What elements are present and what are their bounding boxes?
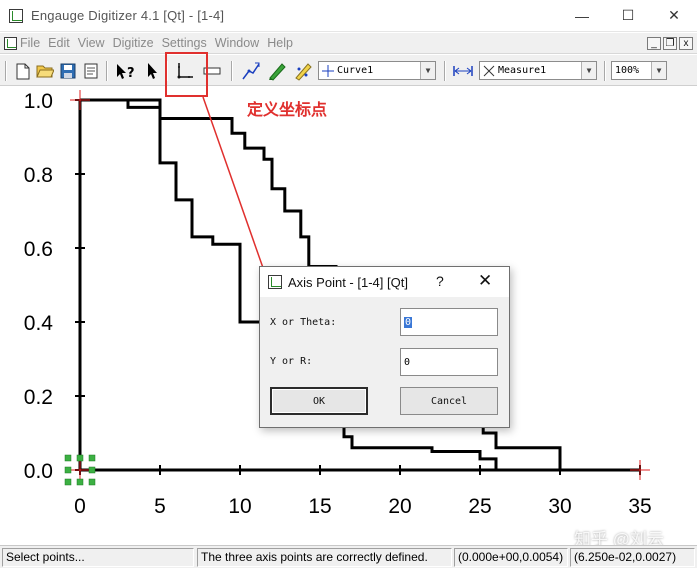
cancel-button[interactable]: Cancel	[400, 387, 498, 415]
y-tick-label: 0.8	[24, 164, 53, 187]
dialog-close-button[interactable]: ✕	[478, 271, 492, 291]
chevron-down-icon[interactable]: ▼	[651, 62, 666, 79]
measure-select-value: Measure1	[498, 65, 547, 76]
selection-handle	[76, 454, 84, 462]
curve-cross-icon	[322, 64, 334, 77]
x-tick-label: 25	[468, 495, 491, 518]
toolbar-separator	[231, 61, 233, 81]
svg-text:?: ?	[127, 66, 135, 80]
chevron-down-icon[interactable]: ▼	[581, 62, 596, 79]
close-button[interactable]: ✕	[651, 0, 697, 32]
mdi-controls: _ ❐ x	[647, 36, 693, 50]
x-theta-label: X or Theta:	[270, 317, 337, 328]
status-screen-coords: (6.250e-02,0.0027)	[570, 548, 695, 567]
menu-view[interactable]: View	[78, 36, 105, 50]
x-theta-value: 0	[404, 316, 413, 328]
zoom-select[interactable]: 100% ▼	[611, 61, 667, 80]
point-match-icon[interactable]	[292, 60, 314, 82]
segment-fill-icon[interactable]	[266, 60, 288, 82]
y-tick-label: 0.4	[24, 312, 54, 335]
selection-handle	[64, 454, 72, 462]
mdi-restore-button[interactable]: ❐	[663, 36, 677, 50]
axis-point-dialog: Axis Point - [1-4] [Qt] ? ✕ X or Theta: …	[259, 266, 510, 428]
chevron-down-icon[interactable]: ▼	[420, 62, 435, 79]
x-tick-label: 30	[548, 495, 571, 518]
app-logo-icon	[268, 275, 282, 289]
curve-select[interactable]: Curve1 ▼	[318, 61, 436, 80]
y-tick-label: 0.6	[24, 238, 53, 261]
dialog-titlebar: Axis Point - [1-4] [Qt]	[260, 267, 509, 297]
y-tick-label: 0.0	[24, 460, 53, 483]
selection-handle	[88, 454, 96, 462]
toolbar-grip	[5, 61, 7, 81]
annotation-highlight-box	[165, 52, 208, 97]
zoom-select-value: 100%	[615, 65, 640, 76]
select-arrow-icon[interactable]	[142, 60, 162, 82]
x-tick-label: 20	[388, 495, 411, 518]
curve-point-icon[interactable]	[240, 60, 262, 82]
mdi-minimize-button[interactable]: _	[647, 36, 661, 50]
dialog-title: Axis Point - [1-4] [Qt]	[288, 274, 408, 290]
mdi-close-button[interactable]: x	[679, 36, 693, 50]
save-disk-icon[interactable]	[58, 60, 78, 82]
x-theta-input[interactable]: 0	[400, 308, 498, 336]
selection-handle	[88, 478, 96, 486]
toolbar: ? Curve1 ▼ Measure1 ▼ 100% ▼	[0, 55, 697, 86]
open-folder-icon[interactable]	[35, 60, 55, 82]
status-graph-coords: (0.000e+00,0.0054)	[454, 548, 568, 567]
minimize-button[interactable]: —	[559, 0, 605, 32]
selection-handle	[64, 466, 72, 474]
menu-edit[interactable]: Edit	[48, 36, 70, 50]
selection-handle	[88, 466, 96, 474]
status-mode: Select points...	[2, 548, 194, 567]
window-controls: — ☐ ✕	[559, 0, 697, 32]
menu-file[interactable]: File	[20, 36, 40, 50]
y-r-input[interactable]: 0	[400, 348, 498, 376]
ok-button[interactable]: OK	[270, 387, 368, 415]
menu-settings[interactable]: Settings	[162, 36, 207, 50]
statusbar: Select points... The three axis points a…	[0, 545, 697, 568]
measure-x-icon	[483, 65, 495, 77]
x-tick-label: 5	[154, 495, 166, 518]
whats-this-help-icon[interactable]: ?	[114, 60, 138, 82]
maximize-button[interactable]: ☐	[605, 0, 651, 32]
measure-ruler-icon[interactable]	[451, 60, 475, 82]
toolbar-separator	[444, 61, 446, 81]
dialog-help-button[interactable]: ?	[436, 273, 444, 289]
menu-digitize[interactable]: Digitize	[113, 36, 154, 50]
menu-help[interactable]: Help	[267, 36, 293, 50]
new-file-icon[interactable]	[13, 60, 33, 82]
x-tick-label: 0	[74, 495, 86, 518]
x-tick-label: 10	[228, 495, 251, 518]
document-icon[interactable]	[4, 36, 17, 50]
window-title: Engauge Digitizer 4.1 [Qt] - [1-4]	[31, 8, 225, 23]
toolbar-separator	[106, 61, 108, 81]
window-titlebar: Engauge Digitizer 4.1 [Qt] - [1-4] — ☐ ✕	[0, 0, 697, 32]
status-message: The three axis points are correctly defi…	[197, 548, 452, 567]
x-tick-label: 35	[628, 495, 651, 518]
toolbar-separator	[604, 61, 606, 81]
measure-select[interactable]: Measure1 ▼	[479, 61, 597, 80]
annotation-label: 定义坐标点	[247, 102, 328, 119]
app-logo-icon	[9, 8, 23, 23]
selection-handle	[76, 478, 84, 486]
y-tick-label: 0.2	[24, 386, 53, 409]
menubar: File Edit View Digitize Settings Window …	[0, 33, 697, 54]
selection-handle	[64, 478, 72, 486]
curve-select-value: Curve1	[337, 65, 374, 76]
menu-window[interactable]: Window	[215, 36, 259, 50]
x-tick-label: 15	[308, 495, 331, 518]
print-preview-icon[interactable]	[81, 60, 101, 82]
y-r-value: 0	[404, 356, 411, 368]
y-r-label: Y or R:	[270, 356, 313, 367]
y-tick-label: 1.0	[24, 90, 53, 113]
